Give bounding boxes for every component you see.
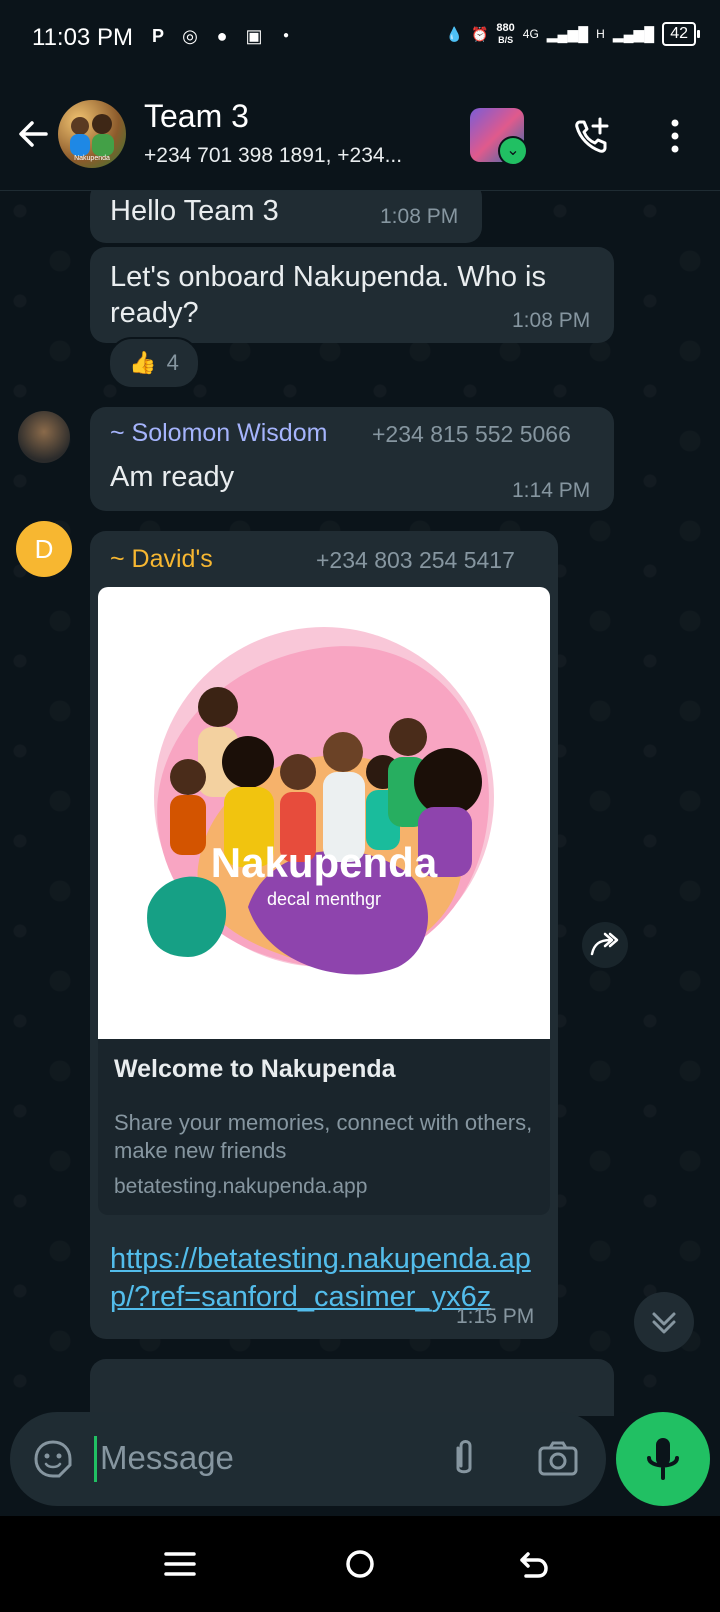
signal-icon-2: ▂▄▆█ bbox=[612, 25, 655, 42]
chrome-icon: ◎ bbox=[182, 26, 198, 46]
sender-phone: +234 803 254 5417 bbox=[316, 547, 515, 573]
message-bubble[interactable]: Hello Team 3 1:08 PM bbox=[90, 191, 482, 243]
net-speed: 880 B/S bbox=[496, 22, 515, 45]
nakupenda-artwork: Nakupenda decal menthgr bbox=[147, 627, 494, 975]
group-photo-icon: Nakupenda bbox=[70, 114, 114, 162]
link-preview[interactable]: Nakupenda decal menthgr Welcome to Nakup… bbox=[98, 587, 550, 1215]
status-bar: 11:03 PM P ◎ ● ▣ ● 💧 ⏰ 880 B/S 4G ▂▄▆█ H… bbox=[0, 0, 720, 84]
message-bubble[interactable]: ~ Solomon Wisdom +234 815 552 5066 Am re… bbox=[90, 407, 614, 511]
svg-text:Nakupenda: Nakupenda bbox=[74, 155, 110, 162]
avatar[interactable] bbox=[18, 411, 70, 463]
group-avatar[interactable]: Nakupenda bbox=[58, 100, 126, 168]
signal-icon: ▂▄▆█ bbox=[546, 25, 589, 42]
message-text: Am ready bbox=[110, 461, 235, 493]
system-nav-bar bbox=[0, 1516, 720, 1612]
back-arrow-icon[interactable] bbox=[14, 114, 54, 154]
sender-name[interactable]: ~ Solomon Wisdom bbox=[110, 419, 327, 448]
mic-button[interactable] bbox=[616, 1412, 710, 1506]
forward-icon[interactable] bbox=[582, 922, 628, 968]
reaction-count: 4 bbox=[166, 350, 179, 375]
message-time: 1:08 PM bbox=[380, 205, 459, 228]
message-bubble-partial[interactable] bbox=[90, 1359, 614, 1416]
link-preview-domain: betatesting.nakupenda.app bbox=[114, 1175, 368, 1198]
chat-header: Nakupenda Team 3 +234 701 398 1891, +234… bbox=[0, 84, 720, 191]
check-chevron-icon: ⌄ bbox=[498, 136, 528, 166]
chat-subtitle[interactable]: +234 701 398 1891, +234... bbox=[144, 144, 402, 168]
sticker-icon[interactable] bbox=[32, 1438, 74, 1480]
more-options-icon[interactable] bbox=[660, 114, 690, 158]
home-icon[interactable] bbox=[340, 1544, 380, 1584]
link-preview-description: Share your memories, connect with others… bbox=[114, 1110, 533, 1163]
chat-area[interactable]: Hello Team 3 1:08 PM Let's onboard Nakup… bbox=[0, 191, 720, 1416]
scroll-to-bottom-icon[interactable] bbox=[634, 1292, 694, 1352]
link-preview-title: Welcome to Nakupenda bbox=[114, 1055, 396, 1083]
message-input[interactable]: Message bbox=[100, 1439, 234, 1477]
mic-icon bbox=[647, 1438, 679, 1480]
add-call-icon[interactable] bbox=[570, 114, 614, 158]
link-preview-image[interactable]: Nakupenda decal menthgr bbox=[98, 587, 550, 1039]
status-right: 💧 ⏰ 880 B/S 4G ▂▄▆█ H ▂▄▆█ 42 bbox=[445, 22, 700, 46]
message-time: 1:15 PM bbox=[456, 1305, 535, 1328]
message-input-bar: Message bbox=[10, 1412, 606, 1506]
menu-icon[interactable] bbox=[160, 1544, 200, 1584]
message-time: 1:14 PM bbox=[512, 479, 591, 502]
camera-icon[interactable] bbox=[536, 1438, 580, 1480]
alarm-icon: ⏰ bbox=[470, 25, 489, 42]
network-h: H bbox=[596, 27, 605, 41]
avatar[interactable]: D bbox=[16, 521, 72, 577]
back-icon[interactable] bbox=[514, 1544, 554, 1584]
chat-title[interactable]: Team 3 bbox=[144, 98, 249, 135]
message-text: Hello Team 3 bbox=[110, 195, 279, 227]
chat-icon: ● bbox=[216, 26, 228, 46]
activity-icon: ▣ bbox=[245, 26, 263, 46]
message-time: 1:08 PM bbox=[512, 309, 591, 332]
p-app-icon: P bbox=[151, 26, 164, 46]
status-time: 11:03 PM bbox=[32, 24, 133, 51]
avatar-letter: D bbox=[34, 534, 54, 564]
video-call-thumbnail[interactable]: ⌄ bbox=[470, 108, 528, 166]
drop-icon: 💧 bbox=[445, 25, 463, 42]
battery-icon: 42 bbox=[662, 22, 700, 46]
thumbs-up-icon: 👍 bbox=[129, 350, 157, 375]
message-bubble[interactable]: Let's onboard Nakupenda. Who is ready? 1… bbox=[90, 247, 614, 343]
svg-text:decal menthgr: decal menthgr bbox=[267, 889, 381, 909]
svg-text:Nakupenda: Nakupenda bbox=[211, 839, 438, 886]
sender-name[interactable]: ~ David's bbox=[110, 545, 213, 574]
attach-icon[interactable] bbox=[446, 1436, 482, 1482]
dot-icon: ● bbox=[282, 30, 290, 41]
sender-phone: +234 815 552 5066 bbox=[372, 421, 571, 447]
reaction-pill[interactable]: 👍 4 bbox=[108, 337, 200, 389]
network-4g: 4G bbox=[522, 27, 539, 41]
notification-icons: P ◎ ● ▣ ● bbox=[148, 26, 296, 46]
text-cursor bbox=[94, 1436, 97, 1482]
